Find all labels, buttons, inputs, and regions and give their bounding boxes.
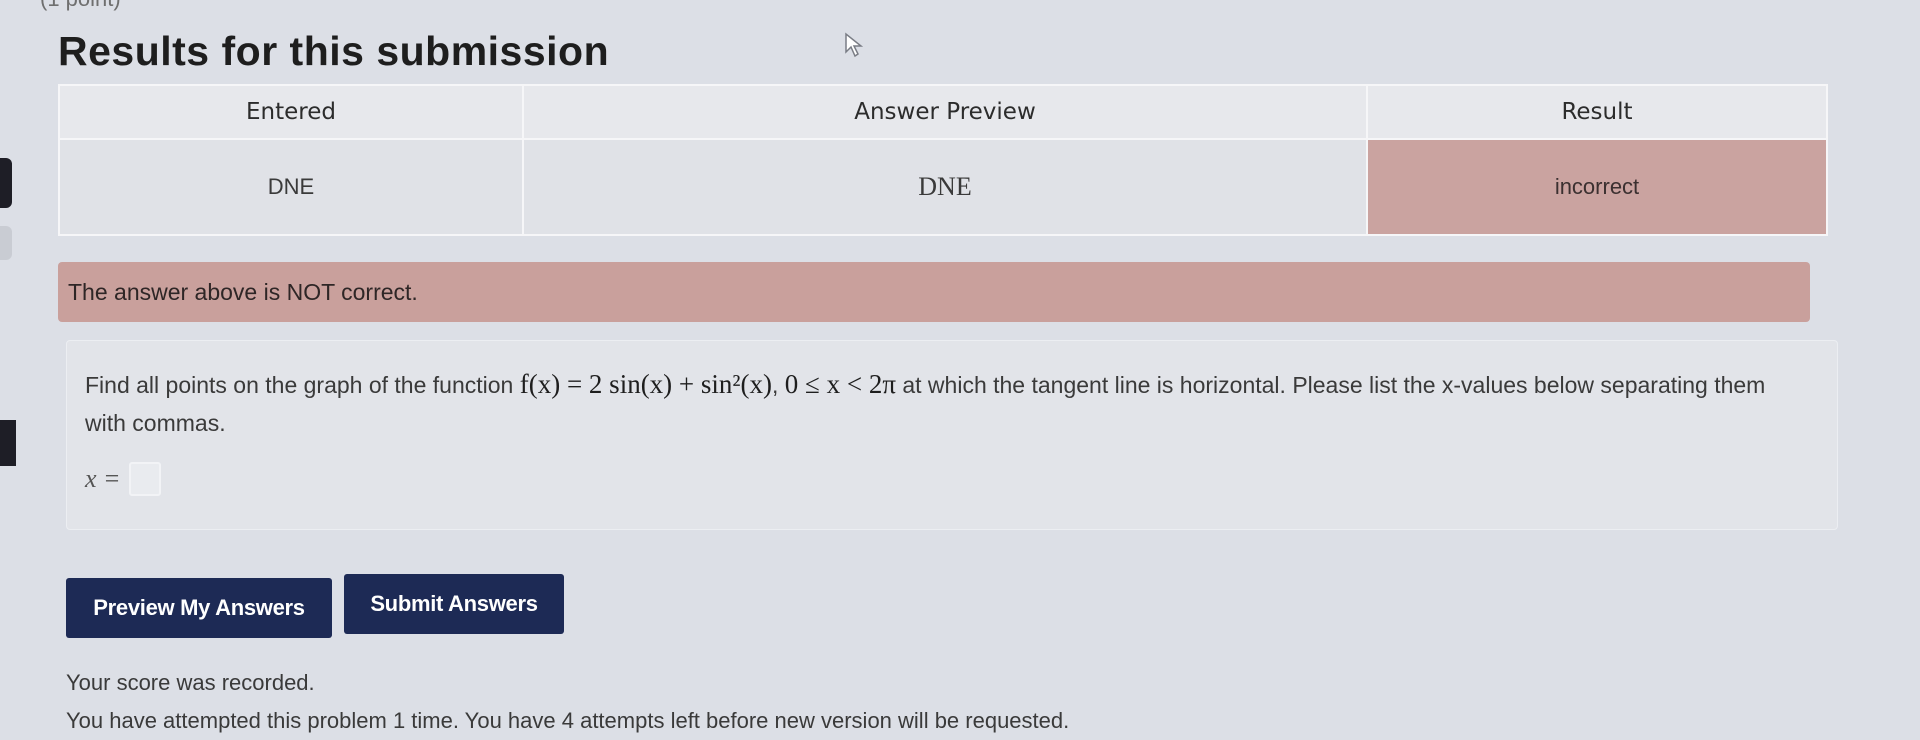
function-expression: f(x) = 2 sin(x) + sin²(x) — [519, 369, 772, 399]
left-edge-tab — [0, 158, 12, 208]
answer-label: x = — [85, 464, 121, 493]
answer-input[interactable] — [128, 462, 161, 496]
attempts-text: You have attempted this problem 1 time. … — [66, 708, 1070, 733]
problem-text-before: Find all points on the graph of the func… — [85, 372, 520, 398]
page-title: Results for this submission — [58, 28, 610, 74]
score-recorded-text: Your score was recorded. — [66, 670, 315, 695]
results-header-row: Entered Answer Preview Result — [58, 84, 1828, 140]
problem-text: Find all points on the graph of the func… — [85, 365, 1785, 442]
domain-expression: 0 ≤ x < 2π — [784, 369, 896, 399]
cell-answer-preview: DNE — [522, 138, 1368, 236]
left-edge-tab — [0, 420, 16, 466]
points-label-fragment: (1 point) — [40, 0, 121, 12]
mouse-cursor-icon — [845, 32, 864, 58]
preview-answers-button[interactable]: Preview My Answers — [66, 578, 332, 638]
header-entered: Entered — [58, 84, 524, 140]
cell-result-incorrect: incorrect — [1366, 138, 1828, 236]
incorrect-alert: The answer above is NOT correct. — [58, 262, 1810, 322]
left-edge-tab — [0, 226, 12, 260]
header-result: Result — [1366, 84, 1828, 140]
answer-row: x = — [85, 462, 1819, 496]
results-table: Entered Answer Preview Result DNE DNE in… — [58, 84, 1828, 236]
problem-statement: Find all points on the graph of the func… — [66, 340, 1838, 530]
header-answer-preview: Answer Preview — [522, 84, 1368, 140]
problem-comma: , — [772, 372, 785, 398]
cell-entered: DNE — [58, 138, 524, 236]
alert-message: The answer above is NOT correct. — [68, 278, 418, 305]
submission-status: Your score was recorded. You have attemp… — [66, 664, 1069, 740]
submit-answers-button[interactable]: Submit Answers — [344, 574, 564, 634]
table-row: DNE DNE incorrect — [58, 138, 1828, 236]
